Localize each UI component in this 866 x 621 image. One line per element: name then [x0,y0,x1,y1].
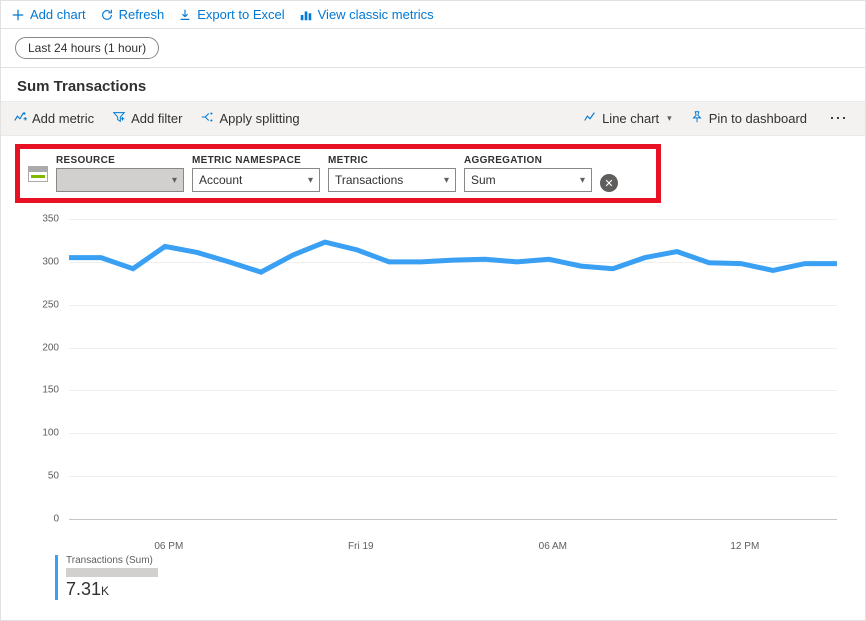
add-filter-label: Add filter [131,111,182,126]
resource-dropdown[interactable]: ▾ [56,168,184,192]
close-icon: ✕ [604,177,613,190]
legend: Transactions (Sum) 7.31K [55,555,841,600]
time-row: Last 24 hours (1 hour) [1,29,865,67]
chevron-down-icon: ▾ [667,113,672,124]
download-icon [178,8,192,22]
x-tick-label: 12 PM [730,541,759,552]
x-tick-label: Fri 19 [348,541,374,552]
top-toolbar: Add chart Refresh Export to Excel View c… [1,1,865,29]
namespace-dropdown[interactable]: Account ▾ [192,168,320,192]
classic-metrics-button[interactable]: View classic metrics [299,7,434,22]
classic-label: View classic metrics [318,7,434,22]
legend-value-unit: K [101,584,109,598]
add-metric-button[interactable]: Add metric [13,110,94,127]
resource-type-icon [28,166,48,182]
filter-icon [112,110,126,127]
y-tick-label: 50 [48,471,59,482]
aggregation-dropdown[interactable]: Sum ▾ [464,168,592,192]
page-title: Sum Transactions [1,68,865,101]
refresh-button[interactable]: Refresh [100,7,165,22]
aggregation-label: AGGREGATION [464,155,592,166]
apply-splitting-button[interactable]: Apply splitting [200,110,299,127]
line-plot [69,219,837,519]
refresh-icon [100,8,114,22]
y-tick-label: 100 [42,428,59,439]
chart-type-label: Line chart [602,111,659,126]
metric-dropdown[interactable]: Transactions ▾ [328,168,456,192]
namespace-picker: METRIC NAMESPACE Account ▾ [192,155,320,192]
legend-bar [66,568,158,577]
remove-metric-button[interactable]: ✕ [600,174,618,192]
metric-value: Transactions [335,173,403,187]
y-tick-label: 300 [42,256,59,267]
pin-button[interactable]: Pin to dashboard [690,110,807,127]
y-tick-label: 350 [42,214,59,225]
plus-icon [11,8,25,22]
split-icon [200,110,214,127]
metric-label: METRIC [328,155,456,166]
resource-label: RESOURCE [56,155,184,166]
chart-type-button[interactable]: Line chart ▾ [583,110,672,127]
aggregation-value: Sum [471,173,496,187]
namespace-label: METRIC NAMESPACE [192,155,320,166]
aggregation-picker: AGGREGATION Sum ▾ [464,155,592,192]
add-chart-button[interactable]: Add chart [11,7,86,22]
metric-icon [13,110,27,127]
chevron-down-icon: ▾ [580,175,585,186]
y-tick-label: 200 [42,342,59,353]
line-chart-icon [583,110,597,127]
y-axis-labels: 050100150200250300350 [25,219,65,519]
y-tick-label: 250 [42,299,59,310]
add-metric-label: Add metric [32,111,94,126]
apply-splitting-label: Apply splitting [219,111,299,126]
y-tick-label: 150 [42,385,59,396]
pin-icon [690,110,704,127]
time-range-label: Last 24 hours (1 hour) [28,41,146,55]
metric-picker-row: RESOURCE ▾ METRIC NAMESPACE Account ▾ ME… [56,155,648,192]
export-label: Export to Excel [197,7,284,22]
add-chart-label: Add chart [30,7,86,22]
pin-label: Pin to dashboard [709,111,807,126]
x-tick-label: 06 AM [539,541,567,552]
more-button[interactable]: ⋯ [825,108,853,129]
add-filter-button[interactable]: Add filter [112,110,182,127]
chevron-down-icon: ▾ [444,175,449,186]
refresh-label: Refresh [119,7,165,22]
chevron-down-icon: ▾ [308,175,313,186]
namespace-value: Account [199,173,242,187]
resource-picker: RESOURCE ▾ [56,155,184,192]
y-tick-label: 0 [53,514,59,525]
export-button[interactable]: Export to Excel [178,7,284,22]
metric-selector-highlight: RESOURCE ▾ METRIC NAMESPACE Account ▾ ME… [15,144,661,203]
bar-chart-icon [299,8,313,22]
time-range-pill[interactable]: Last 24 hours (1 hour) [15,37,159,59]
sub-toolbar: Add metric Add filter Apply splitting Li… [1,101,865,136]
legend-value-number: 7.31 [66,579,101,599]
chart-area: 050100150200250300350 06 PMFri 1906 AM12… [25,219,841,549]
x-tick-label: 06 PM [154,541,183,552]
legend-value: 7.31K [66,579,841,600]
metric-picker: METRIC Transactions ▾ [328,155,456,192]
chevron-down-icon: ▾ [172,175,177,186]
legend-series-name: Transactions (Sum) [66,555,841,566]
